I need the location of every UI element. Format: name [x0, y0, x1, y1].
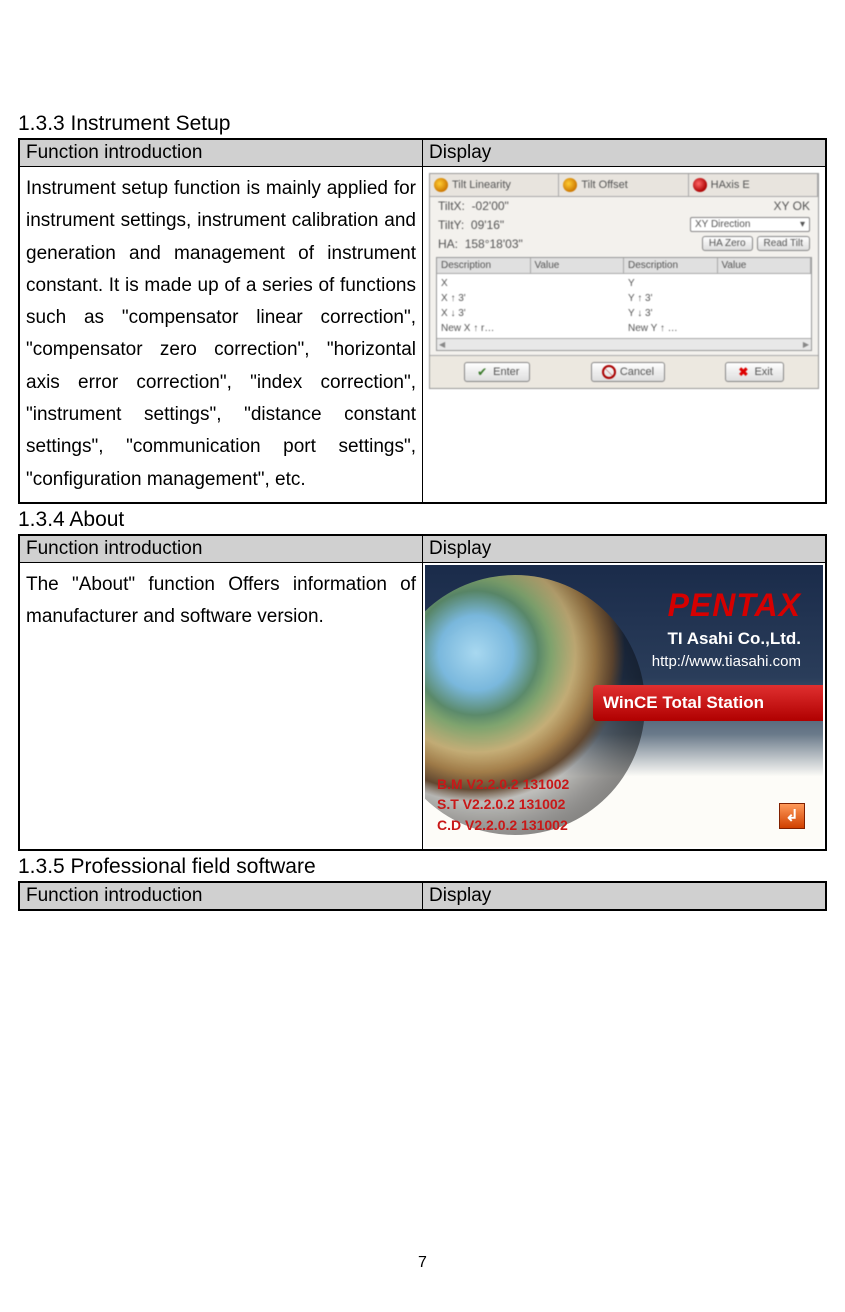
display-cell-133: Tilt Linearity Tilt Offset HAxis E TiltX… [423, 167, 827, 503]
intro-text-133: Instrument setup function is mainly appl… [19, 167, 423, 503]
col-val-1: Value [531, 258, 625, 273]
display-cell-134: PENTAX TI Asahi Co.,Ltd. http://www.tias… [423, 562, 827, 850]
table-133: Function introduction Display Instrument… [18, 138, 827, 504]
horizontal-scrollbar[interactable]: ◀▶ [437, 338, 811, 350]
scroll-left-icon[interactable]: ◀ [439, 340, 445, 349]
xy-ok-label: XY OK [774, 199, 810, 213]
instrument-setup-screenshot: Tilt Linearity Tilt Offset HAxis E TiltX… [429, 173, 819, 389]
exit-button[interactable]: ✖Exit [725, 362, 783, 382]
grid-right-row: Y ↑ 3' [628, 291, 714, 306]
th-display: Display [423, 882, 827, 910]
check-icon: ✔ [475, 365, 489, 379]
grid-left-row: X ↑ 3' [441, 291, 527, 306]
col-val-2: Value [718, 258, 812, 273]
section-heading-134: 1.3.4 About [18, 508, 827, 532]
ha-label: HA: [438, 237, 458, 251]
no-icon: ＼ [602, 365, 616, 379]
th-func-intro: Function introduction [19, 882, 423, 910]
grid-right-row: New Y ↑ … [628, 321, 714, 336]
tiltx-value: -02'00" [472, 199, 509, 213]
ha-zero-button[interactable]: HA Zero [702, 236, 753, 251]
chevron-down-icon: ▾ [800, 219, 805, 230]
section-heading-133: 1.3.3 Instrument Setup [18, 112, 827, 136]
warning-icon [434, 178, 448, 192]
enter-button[interactable]: ✔Enter [464, 362, 530, 382]
table-134: Function introduction Display The "About… [18, 534, 827, 851]
grid-left-row: X ↓ 3' [441, 306, 527, 321]
table-135: Function introduction Display [18, 881, 827, 911]
tilty-label: TiltY: [438, 218, 464, 232]
th-func-intro: Function introduction [19, 139, 423, 167]
tiltx-label: TiltX: [438, 199, 465, 213]
tilty-value: 09'16" [471, 218, 504, 232]
read-tilt-button[interactable]: Read Tilt [757, 236, 810, 251]
scroll-right-icon[interactable]: ▶ [803, 340, 809, 349]
about-screenshot: PENTAX TI Asahi Co.,Ltd. http://www.tias… [425, 565, 823, 847]
version-bm: B.M V2.2.0.2 131002 [437, 774, 569, 794]
th-func-intro: Function introduction [19, 535, 423, 563]
th-display: Display [423, 535, 827, 563]
th-display: Display [423, 139, 827, 167]
version-st: S.T V2.2.0.2 131002 [437, 794, 569, 814]
grid-left-row: X [441, 276, 527, 291]
tab-tilt-linearity[interactable]: Tilt Linearity [430, 174, 559, 196]
haxis-icon [693, 178, 707, 192]
exit-icon[interactable]: ↲ [779, 803, 805, 829]
grid-left-row: New X ↑ r… [441, 321, 527, 336]
version-block: B.M V2.2.0.2 131002 S.T V2.2.0.2 131002 … [437, 774, 569, 835]
grid-right-row: Y [628, 276, 714, 291]
tab-haxis[interactable]: HAxis E [689, 174, 818, 196]
warning-icon [563, 178, 577, 192]
tab-bar: Tilt Linearity Tilt Offset HAxis E [430, 174, 818, 197]
grid-right-row: Y ↓ 3' [628, 306, 714, 321]
company-name: TI Asahi Co.,Ltd. [668, 629, 801, 649]
section-heading-135: 1.3.5 Professional field software [18, 855, 827, 879]
col-desc-2: Description [624, 258, 718, 273]
product-bar: WinCE Total Station [593, 685, 823, 721]
company-url: http://www.tiasahi.com [652, 653, 801, 670]
page-number: 7 [0, 1254, 845, 1272]
tilt-grid: Description Value Description Value X X … [436, 257, 812, 351]
x-icon: ✖ [736, 365, 750, 379]
version-cd: C.D V2.2.0.2 131002 [437, 815, 569, 835]
intro-text-134: The "About" function Offers information … [19, 562, 423, 850]
tab-tilt-offset[interactable]: Tilt Offset [559, 174, 688, 196]
ha-value: 158°18'03" [465, 237, 523, 251]
col-desc-1: Description [437, 258, 531, 273]
cancel-button[interactable]: ＼Cancel [591, 362, 665, 382]
brand-logo: PENTAX [668, 587, 801, 624]
xy-direction-dropdown[interactable]: XY Direction▾ [690, 217, 810, 232]
